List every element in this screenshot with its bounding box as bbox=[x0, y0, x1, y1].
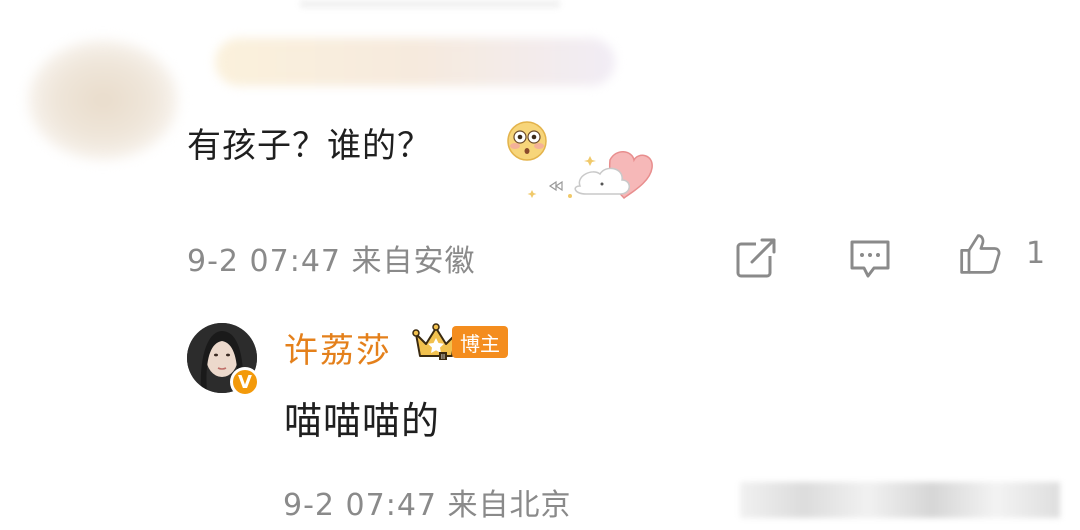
svg-text:II: II bbox=[441, 353, 445, 361]
blogger-badge: 博主 bbox=[452, 326, 508, 358]
reply-text: 喵喵喵的 bbox=[284, 399, 441, 443]
comment-meta: 9-2 07:47 来自安徽 bbox=[187, 244, 476, 279]
comment-icon[interactable] bbox=[848, 236, 892, 280]
commenter-name-blurred[interactable] bbox=[215, 38, 615, 86]
reply-meta: 9-2 07:47 来自北京 bbox=[283, 488, 572, 523]
verified-badge: V bbox=[230, 367, 260, 397]
share-icon[interactable] bbox=[734, 236, 778, 280]
reply-author-name[interactable]: 许荔莎 bbox=[284, 323, 392, 372]
like-count: 1 bbox=[1026, 236, 1046, 271]
commenter-avatar-blurred[interactable] bbox=[28, 40, 178, 160]
blurred-previous-content bbox=[300, 0, 560, 8]
blurred-watermark bbox=[740, 482, 1060, 518]
thumbs-up-icon[interactable] bbox=[958, 232, 1002, 276]
cloud-heart-sticker-icon bbox=[527, 151, 653, 199]
comment-text: 有孩子？谁的？ bbox=[187, 126, 432, 166]
